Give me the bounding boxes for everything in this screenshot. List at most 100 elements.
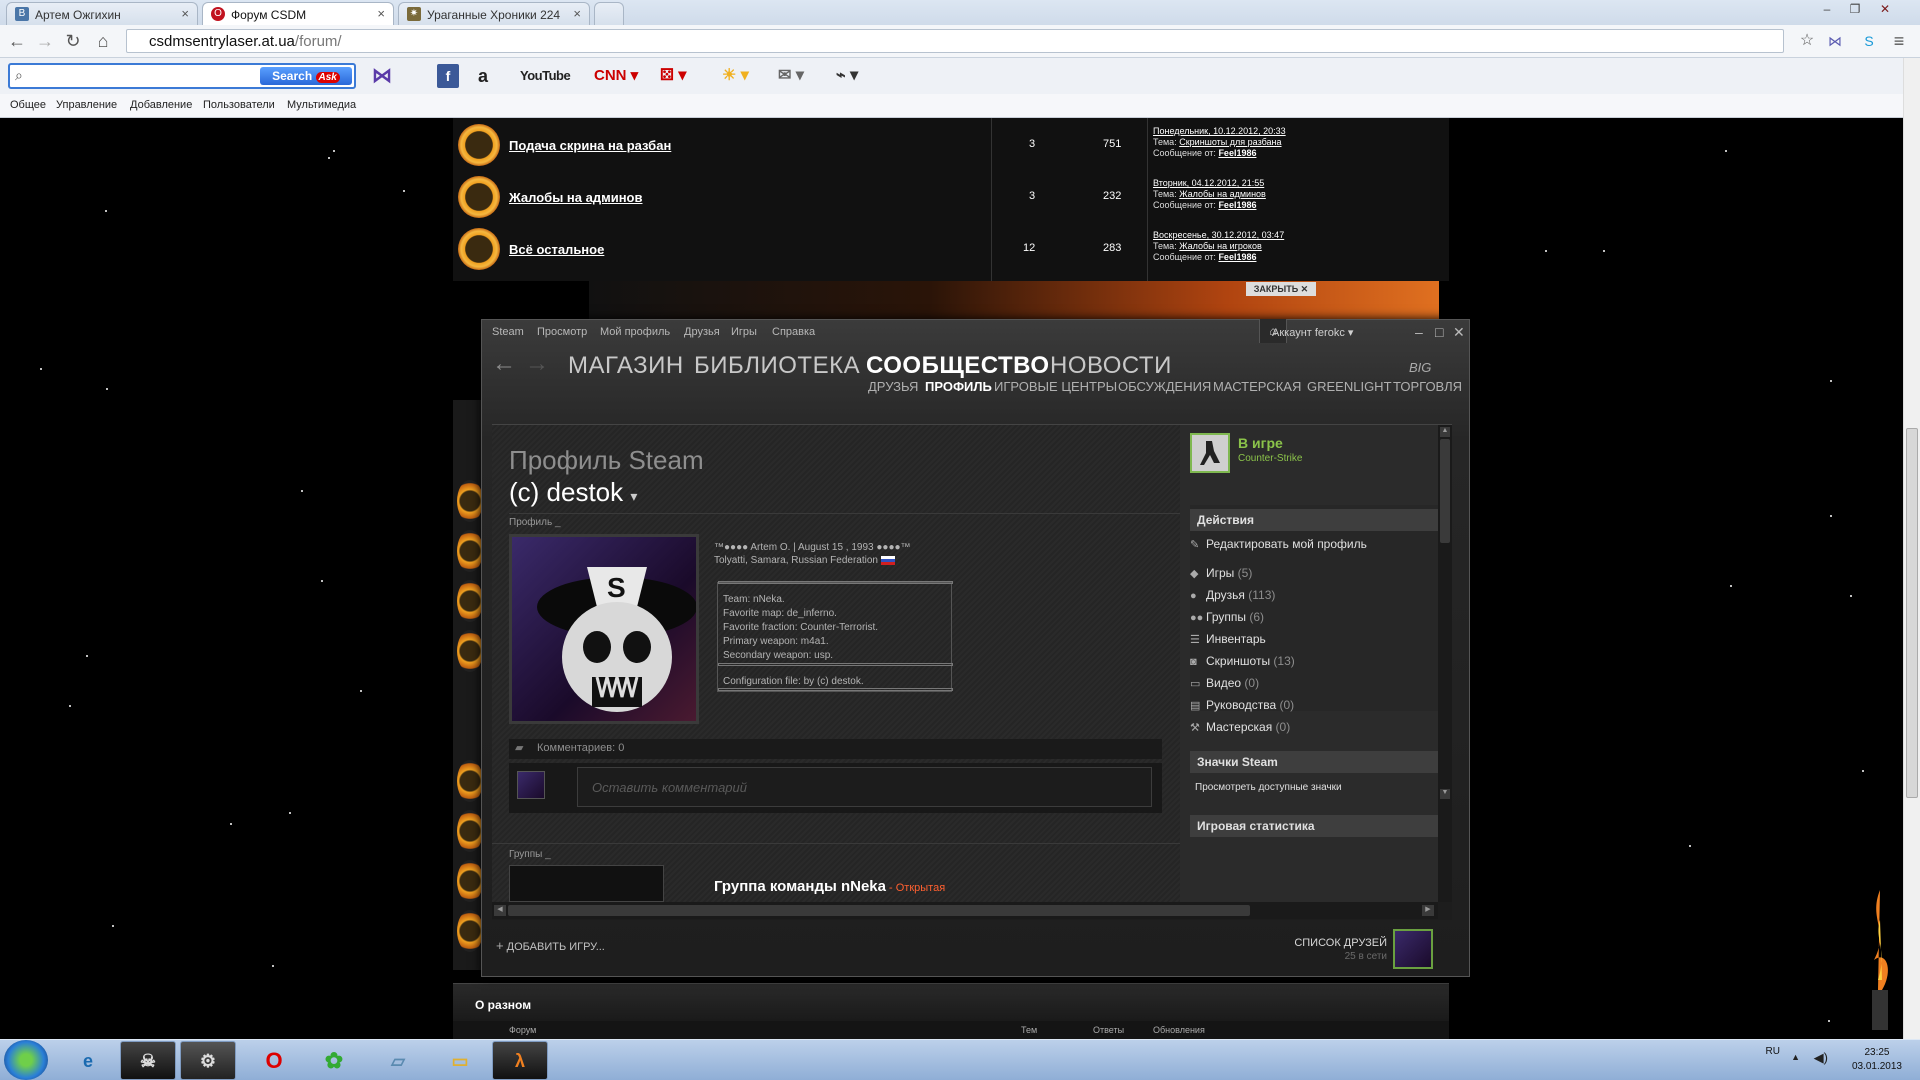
- bookmark-item[interactable]: Мультимедиа: [287, 99, 356, 111]
- menu-icon[interactable]: ≡: [1888, 31, 1910, 51]
- last-post-topic[interactable]: Скриншоты для разбана: [1179, 137, 1281, 147]
- ie-icon[interactable]: e: [60, 1041, 116, 1080]
- steam-menu-item[interactable]: Справка: [772, 326, 815, 338]
- home-icon[interactable]: ⌂: [92, 31, 114, 51]
- close-tab-icon[interactable]: ×: [377, 6, 385, 21]
- page-scrollbar-thumb[interactable]: [1906, 428, 1918, 798]
- start-button[interactable]: [4, 1040, 48, 1080]
- cnn-link[interactable]: CNN ▾: [594, 64, 638, 88]
- sidebar-link-games[interactable]: ◆ Игры (5): [1190, 566, 1252, 580]
- last-post-date[interactable]: Воскресенье, 30.12.2012, 03:47: [1153, 230, 1284, 240]
- minimize-icon[interactable]: –: [1816, 0, 1838, 18]
- restore-icon[interactable]: ❐: [1844, 0, 1866, 18]
- sidebar-link-friends[interactable]: ● Друзья (113): [1190, 588, 1275, 602]
- notepad-icon[interactable]: ▱: [370, 1041, 426, 1080]
- scroll-left-icon[interactable]: ◀: [494, 905, 506, 916]
- tab-community[interactable]: СООБЩЕСТВО: [866, 352, 1050, 380]
- bookmark-item[interactable]: Пользователи: [203, 99, 275, 111]
- close-tab-icon[interactable]: ×: [573, 6, 581, 21]
- group-name[interactable]: Группа команды nNeka - Открытая: [714, 878, 945, 895]
- subtab-profile[interactable]: ПРОФИЛЬ: [925, 379, 992, 394]
- last-post-date[interactable]: Вторник, 04.12.2012, 21:55: [1153, 178, 1264, 188]
- steam-menu-item[interactable]: Друзья: [684, 326, 720, 338]
- forum-title-link[interactable]: Всё остальное: [509, 242, 604, 257]
- tray-expand-icon[interactable]: ▲: [1791, 1052, 1800, 1062]
- scroll-up-icon[interactable]: ▲: [1440, 427, 1450, 437]
- page-scrollbar[interactable]: [1903, 58, 1920, 1039]
- language-indicator[interactable]: RU: [1766, 1046, 1780, 1057]
- tab-news[interactable]: НОВОСТИ: [1050, 352, 1172, 380]
- forum-title-link[interactable]: Подача скрина на разбан: [509, 138, 671, 153]
- youtube-link[interactable]: YouTube: [520, 64, 571, 88]
- folder-icon[interactable]: ▭: [432, 1041, 488, 1080]
- ask-logo-icon[interactable]: ⋈: [372, 64, 392, 88]
- last-post-topic[interactable]: Жалобы на админов: [1179, 189, 1266, 199]
- subtab-greenlight[interactable]: GREENLIGHT: [1307, 379, 1392, 394]
- sidebar-link-groups[interactable]: ●● Группы (6): [1190, 610, 1264, 624]
- mail-icon[interactable]: ✉ ▾: [778, 64, 804, 88]
- steam-menu-item[interactable]: Игры: [731, 326, 757, 338]
- last-post-user[interactable]: Feel1986: [1218, 200, 1256, 210]
- browser-tab-chronicles[interactable]: ✷ Ураганные Хроники 224 ×: [398, 2, 590, 25]
- close-window-icon[interactable]: ✕: [1874, 0, 1896, 18]
- scroll-right-icon[interactable]: ▶: [1422, 905, 1434, 916]
- add-game-button[interactable]: + ДОБАВИТЬ ИГРУ...: [496, 938, 605, 953]
- last-post-user[interactable]: Feel1986: [1218, 148, 1256, 158]
- browser-tab-forum[interactable]: O Форум CSDM ×: [202, 2, 394, 25]
- subtab-workshop[interactable]: МАСТЕРСКАЯ: [1213, 379, 1301, 394]
- dice-icon[interactable]: ⚄ ▾: [660, 64, 686, 88]
- back-icon[interactable]: ←: [6, 31, 28, 51]
- steam-menu-item[interactable]: Мой профиль: [600, 326, 670, 338]
- opera-icon[interactable]: O: [246, 1041, 302, 1080]
- clock[interactable]: 23:25 03.01.2013: [1852, 1046, 1902, 1074]
- skype-icon[interactable]: S: [1858, 31, 1880, 51]
- scroll-thumb[interactable]: [1440, 439, 1450, 543]
- url-input[interactable]: csdmsentrylaser.at.ua/forum/: [126, 29, 1784, 53]
- close-tab-icon[interactable]: ×: [181, 6, 189, 21]
- subtab-discussions[interactable]: ОБСУЖДЕНИЯ: [1118, 379, 1211, 394]
- game-icon[interactable]: [1190, 433, 1230, 473]
- view-badges-link[interactable]: Просмотреть доступные значки: [1195, 782, 1342, 793]
- steam-menu-item[interactable]: Steam: [492, 326, 524, 338]
- volume-icon[interactable]: ◀): [1814, 1050, 1828, 1066]
- group-avatar[interactable]: [509, 865, 664, 902]
- subtab-hubs[interactable]: ИГРОВЫЕ ЦЕНТРЫ: [994, 379, 1117, 394]
- comment-input[interactable]: Оставить комментарий: [577, 767, 1152, 807]
- sidebar-link-inventory[interactable]: ☰ Инвентарь: [1190, 632, 1266, 646]
- subtab-friends[interactable]: ДРУЗЬЯ: [868, 379, 918, 394]
- icq-icon[interactable]: ✿: [306, 1041, 362, 1080]
- facebook-icon[interactable]: f: [437, 64, 459, 88]
- half-life-icon[interactable]: λ: [492, 1041, 548, 1080]
- big-picture-button[interactable]: BIG: [1409, 360, 1431, 375]
- forum-title-link[interactable]: Жалобы на админов: [509, 190, 642, 205]
- horizontal-scrollbar[interactable]: ◀ ▶: [492, 902, 1438, 919]
- amazon-icon[interactable]: a: [478, 64, 488, 88]
- skull-app-icon[interactable]: ☠: [120, 1041, 176, 1080]
- tab-store[interactable]: МАГАЗИН: [568, 352, 684, 380]
- ask-search-button[interactable]: Search Ask: [260, 67, 352, 85]
- edit-profile-link[interactable]: ✎ Редактировать мой профиль: [1190, 537, 1367, 551]
- forward-icon[interactable]: →: [34, 31, 56, 51]
- last-post-topic[interactable]: Жалобы на игроков: [1179, 241, 1262, 251]
- new-tab-button[interactable]: [594, 2, 624, 25]
- last-post-date[interactable]: Понедельник, 10.12.2012, 20:33: [1153, 126, 1286, 136]
- steam-icon[interactable]: ⚙: [180, 1041, 236, 1080]
- speed-icon[interactable]: ⌁ ▾: [836, 64, 858, 88]
- last-post-user[interactable]: Feel1986: [1218, 252, 1256, 262]
- forward-arrow-icon[interactable]: →: [525, 350, 549, 378]
- subtab-market[interactable]: ТОРГОВЛЯ: [1393, 379, 1462, 394]
- user-avatar[interactable]: [1393, 929, 1433, 969]
- tab-library[interactable]: БИБЛИОТЕКА: [694, 352, 860, 380]
- close-icon[interactable]: ✕: [1453, 324, 1465, 341]
- extension-icon[interactable]: ⋈: [1824, 31, 1846, 51]
- bookmark-item[interactable]: Управление: [56, 99, 117, 111]
- bookmark-item[interactable]: Добавление: [130, 99, 192, 111]
- bookmark-star-icon[interactable]: ☆: [1796, 31, 1818, 51]
- back-arrow-icon[interactable]: ←: [492, 350, 516, 378]
- ask-search-input[interactable]: ⌕ Search Ask: [8, 63, 356, 89]
- browser-tab-vk[interactable]: B Артем Ожгихин ×: [6, 2, 198, 25]
- dropdown-icon[interactable]: ▾: [630, 488, 637, 504]
- sidebar-link-screenshots[interactable]: ◙ Скриншоты (13): [1190, 654, 1295, 668]
- sidebar-link-workshop[interactable]: ⚒ Мастерская (0): [1190, 720, 1290, 734]
- friends-list-button[interactable]: СПИСОК ДРУЗЕЙ: [1187, 937, 1387, 949]
